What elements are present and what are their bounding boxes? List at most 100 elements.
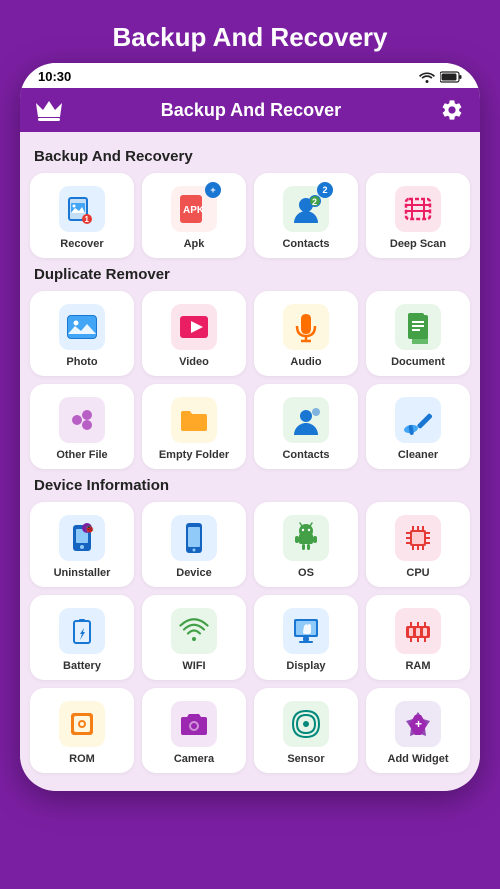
- item-label: OS: [298, 567, 314, 579]
- item-label: Sensor: [287, 753, 324, 765]
- list-item[interactable]: Audio: [254, 291, 358, 376]
- cleaner-icon: [395, 397, 441, 443]
- section-device-info: Device Information 🐞 Unins: [30, 477, 470, 773]
- ram-icon: [395, 608, 441, 654]
- list-item[interactable]: + Add Widget: [366, 688, 470, 773]
- wifi-status-icon: [419, 71, 435, 83]
- recover-icon: 1: [59, 186, 105, 232]
- item-label: Other File: [56, 449, 107, 461]
- list-item[interactable]: Empty Folder: [142, 384, 246, 469]
- item-label: Add Widget: [388, 753, 449, 765]
- item-label: Contacts: [282, 449, 329, 461]
- list-item[interactable]: Camera: [142, 688, 246, 773]
- settings-icon[interactable]: [440, 98, 464, 122]
- uninstaller-icon: 🐞: [59, 515, 105, 561]
- section-duplicate-remover: Duplicate Remover Photo: [30, 266, 470, 469]
- list-item[interactable]: Deep Scan: [366, 173, 470, 258]
- photo-icon: [59, 304, 105, 350]
- item-label: CPU: [406, 567, 429, 579]
- item-label: Empty Folder: [159, 449, 229, 461]
- item-label: Photo: [66, 356, 97, 368]
- page-title: Backup And Recovery: [0, 0, 500, 63]
- svg-text:+: +: [415, 717, 422, 731]
- apk-icon: APK +: [171, 186, 217, 232]
- time: 10:30: [38, 69, 71, 84]
- item-label: Recover: [60, 238, 103, 250]
- audio-icon: [283, 304, 329, 350]
- grid-device: 🐞 Uninstaller Device: [30, 502, 470, 773]
- list-item[interactable]: Display: [254, 595, 358, 680]
- app-header: Backup And Recover: [20, 88, 480, 132]
- svg-text:APK: APK: [183, 205, 205, 216]
- grid-duplicate: Photo Video: [30, 291, 470, 469]
- list-item[interactable]: Document: [366, 291, 470, 376]
- list-item[interactable]: 1 Recover: [30, 173, 134, 258]
- list-item[interactable]: Device: [142, 502, 246, 587]
- list-item[interactable]: 🐞 Uninstaller: [30, 502, 134, 587]
- item-label: Document: [391, 356, 445, 368]
- item-label: Camera: [174, 753, 214, 765]
- section-title-duplicate: Duplicate Remover: [34, 266, 466, 283]
- addwidget-icon: +: [395, 701, 441, 747]
- contacts-dup-icon: [283, 397, 329, 443]
- list-item[interactable]: ROM: [30, 688, 134, 773]
- contacts-backup-icon: 2 2: [283, 186, 329, 232]
- os-icon: [283, 515, 329, 561]
- battery-status-icon: [440, 71, 462, 83]
- sensor-icon: [283, 701, 329, 747]
- list-item[interactable]: 2 2 Contacts: [254, 173, 358, 258]
- item-label: Cleaner: [398, 449, 438, 461]
- video-icon: [171, 304, 217, 350]
- list-item[interactable]: Battery: [30, 595, 134, 680]
- cpu-icon: [395, 515, 441, 561]
- item-label: Uninstaller: [54, 567, 111, 579]
- rom-icon: [59, 701, 105, 747]
- battery-icon: [59, 608, 105, 654]
- list-item[interactable]: OS: [254, 502, 358, 587]
- list-item[interactable]: RAM: [366, 595, 470, 680]
- section-title-device: Device Information: [34, 477, 466, 494]
- item-label: Device: [176, 567, 211, 579]
- camera-icon: [171, 701, 217, 747]
- list-item[interactable]: Contacts: [254, 384, 358, 469]
- device-icon: [171, 515, 217, 561]
- list-item[interactable]: CPU: [366, 502, 470, 587]
- deepscan-icon: [395, 186, 441, 232]
- list-item[interactable]: Video: [142, 291, 246, 376]
- status-icons: [419, 71, 462, 83]
- item-label: Audio: [290, 356, 321, 368]
- display-icon: [283, 608, 329, 654]
- section-title-backup: Backup And Recovery: [34, 148, 466, 165]
- list-item[interactable]: Sensor: [254, 688, 358, 773]
- item-label: Display: [286, 660, 325, 672]
- contacts-badge: 2: [317, 182, 333, 198]
- item-label: ROM: [69, 753, 95, 765]
- list-item[interactable]: Other File: [30, 384, 134, 469]
- item-label: Contacts: [282, 238, 329, 250]
- svg-text:1: 1: [85, 215, 90, 224]
- item-label: RAM: [405, 660, 430, 672]
- grid-backup: 1 Recover APK + Apk: [30, 173, 470, 258]
- svg-text:2: 2: [312, 197, 317, 207]
- otherfile-icon: [59, 397, 105, 443]
- item-label: WIFI: [182, 660, 205, 672]
- item-label: Video: [179, 356, 209, 368]
- svg-text:🐞: 🐞: [85, 523, 95, 533]
- item-label: Apk: [184, 238, 205, 250]
- scroll-area: Backup And Recovery: [20, 132, 480, 791]
- emptyfolder-icon: [171, 397, 217, 443]
- list-item[interactable]: Photo: [30, 291, 134, 376]
- app-header-title: Backup And Recover: [62, 100, 440, 121]
- wifi-icon: [171, 608, 217, 654]
- list-item[interactable]: Cleaner: [366, 384, 470, 469]
- section-backup-recovery: Backup And Recovery: [30, 148, 470, 258]
- list-item[interactable]: APK + Apk: [142, 173, 246, 258]
- item-label: Battery: [63, 660, 101, 672]
- list-item[interactable]: WIFI: [142, 595, 246, 680]
- crown-icon: [36, 99, 62, 121]
- status-bar: 10:30: [20, 63, 480, 88]
- phone-frame: 10:30 Backup And Recover: [20, 63, 480, 791]
- document-icon: [395, 304, 441, 350]
- apk-badge: +: [205, 182, 221, 198]
- item-label: Deep Scan: [390, 238, 446, 250]
